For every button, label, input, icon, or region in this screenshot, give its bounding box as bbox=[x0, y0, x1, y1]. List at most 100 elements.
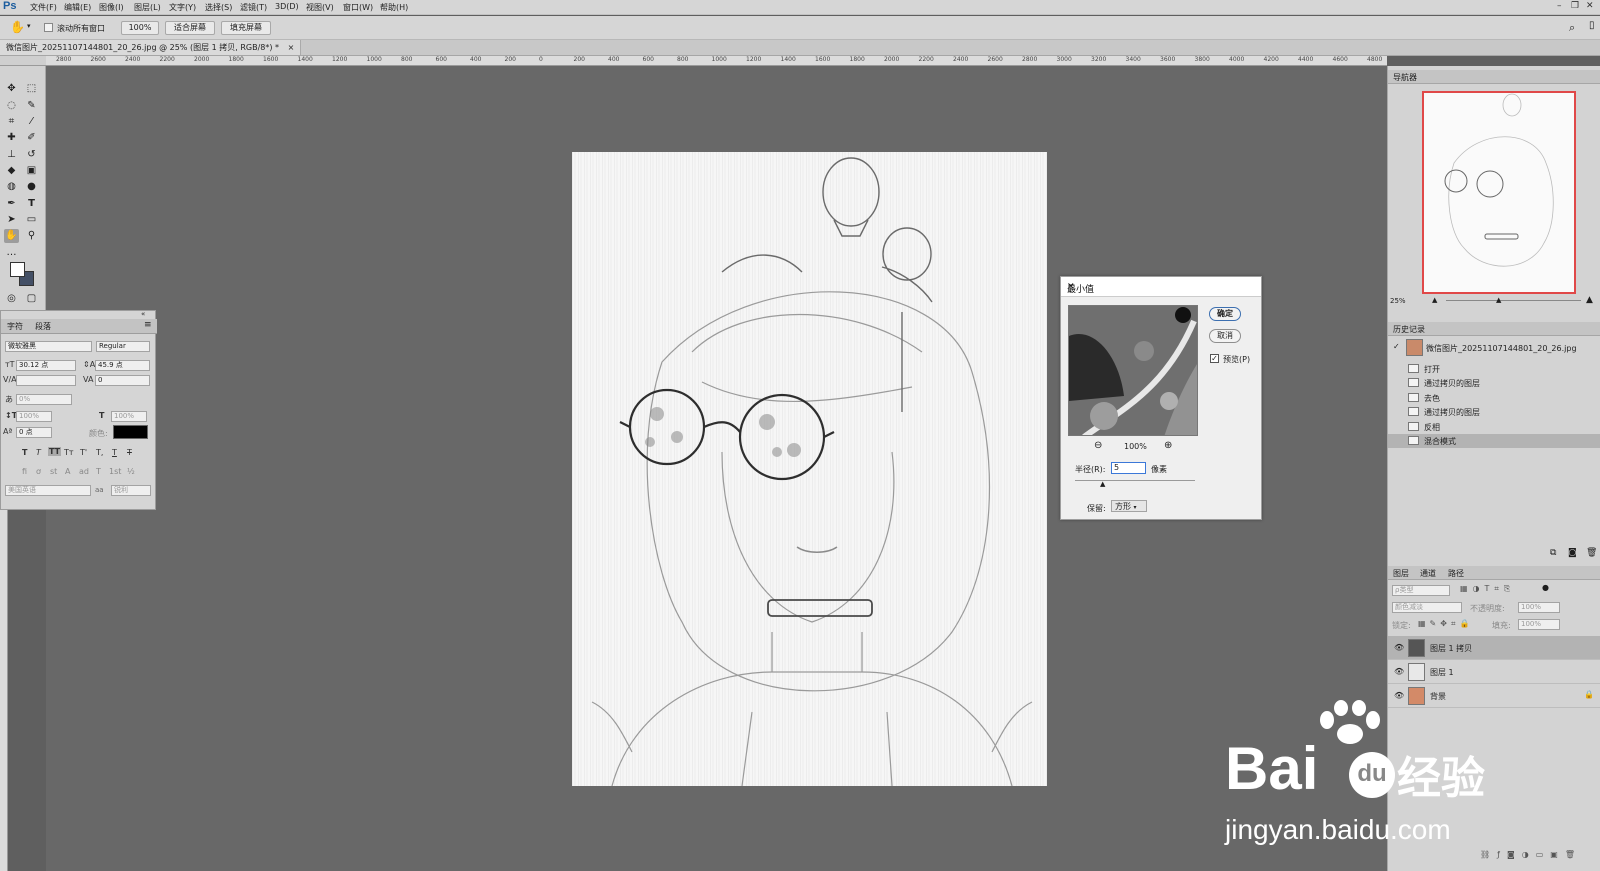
document-tab[interactable]: 微信图片_20251107144801_20_26.jpg @ 25% (图层 … bbox=[0, 40, 302, 55]
foreground-color-swatch[interactable] bbox=[10, 262, 25, 277]
menu-select[interactable]: 选择(S) bbox=[205, 2, 232, 13]
cancel-button[interactable]: 取消 bbox=[1209, 329, 1241, 343]
layer-row[interactable]: 👁 图层 1 bbox=[1388, 660, 1600, 684]
text-color-swatch[interactable] bbox=[113, 425, 148, 439]
menu-3d[interactable]: 3D(D) bbox=[275, 2, 299, 11]
menu-image[interactable]: 图像(I) bbox=[99, 2, 124, 13]
history-item[interactable]: 通过拷贝的图层 bbox=[1388, 405, 1600, 419]
tab-channels[interactable]: 通道 bbox=[1420, 568, 1436, 579]
menu-window[interactable]: 窗口(W) bbox=[343, 2, 373, 13]
document-image[interactable] bbox=[572, 152, 1047, 786]
restore-icon[interactable]: ❐ bbox=[1571, 1, 1579, 11]
all-caps-button[interactable]: TT bbox=[48, 447, 62, 456]
quick-select-icon[interactable]: ✎ bbox=[24, 99, 39, 113]
brush-tool-icon[interactable]: ✐ bbox=[24, 131, 39, 145]
radius-input[interactable]: 5 bbox=[1111, 462, 1146, 474]
menu-layer[interactable]: 图层(L) bbox=[134, 2, 161, 13]
kerning-field[interactable] bbox=[16, 375, 76, 386]
tracking-field[interactable]: 0 bbox=[95, 375, 150, 386]
navigator-zoom-in-icon[interactable]: ▲ bbox=[1586, 295, 1593, 305]
layer-filter-select[interactable]: ρ类型 bbox=[1392, 585, 1450, 596]
history-item[interactable]: 打开 bbox=[1388, 362, 1600, 376]
panel-menu-icon[interactable]: ≡ bbox=[144, 320, 152, 330]
menu-help[interactable]: 帮助(H) bbox=[380, 2, 408, 13]
new-document-from-state-icon[interactable]: ⧉ bbox=[1550, 548, 1556, 558]
tab-paths[interactable]: 路径 bbox=[1448, 568, 1464, 579]
filter-toggle-icon[interactable]: ● bbox=[1542, 583, 1549, 592]
hand-tool-icon[interactable]: ✋ bbox=[10, 20, 25, 34]
anti-alias-select[interactable]: 锐利 bbox=[111, 485, 151, 496]
menu-edit[interactable]: 编辑(E) bbox=[64, 2, 91, 13]
workspace-icon[interactable]: ▯ bbox=[1589, 20, 1595, 31]
strikethrough-button[interactable]: T bbox=[127, 448, 132, 457]
preserve-select[interactable]: 方形 ▾ bbox=[1111, 500, 1147, 512]
layer-footer-icons[interactable]: ⛓ƒ◙◑▭▣🗑 bbox=[1480, 850, 1582, 859]
new-snapshot-icon[interactable]: ◙ bbox=[1568, 548, 1577, 558]
history-item-selected[interactable]: 混合模式 bbox=[1388, 434, 1600, 448]
history-brush-icon[interactable]: ↺ bbox=[24, 148, 39, 162]
horizontal-scale-field[interactable]: 100% bbox=[111, 411, 147, 422]
clone-stamp-icon[interactable]: ⊥ bbox=[4, 148, 19, 162]
history-snapshot[interactable]: ✓ 微信图片_20251107144801_20_26.jpg bbox=[1388, 338, 1600, 357]
ornaments-button[interactable]: T bbox=[96, 467, 101, 476]
minimize-icon[interactable]: – bbox=[1557, 1, 1562, 11]
zoom-tool-icon[interactable]: ⚲ bbox=[24, 229, 39, 243]
tab-paragraph[interactable]: 段落 bbox=[35, 321, 51, 332]
layer-filter-icons[interactable]: ▦◑T⌗⎘ bbox=[1460, 584, 1515, 594]
blur-tool-icon[interactable]: ◍ bbox=[4, 180, 19, 194]
screen-mode-icon[interactable]: ▢ bbox=[24, 292, 39, 306]
close-window-icon[interactable]: ✕ bbox=[1586, 1, 1594, 11]
blend-mode-select[interactable]: 颜色减淡 bbox=[1392, 602, 1462, 613]
fill-screen-button[interactable]: 填充屏幕 bbox=[221, 21, 271, 35]
radius-slider-thumb[interactable]: ▲ bbox=[1100, 480, 1105, 488]
delete-state-icon[interactable]: 🗑 bbox=[1586, 548, 1597, 558]
navigator-slider-thumb[interactable]: ▲ bbox=[1496, 296, 1501, 304]
hand-tool-selected-icon[interactable]: ✋ bbox=[4, 229, 19, 243]
radius-slider-track[interactable] bbox=[1075, 480, 1195, 481]
zoom-100-button[interactable]: 100% bbox=[121, 21, 159, 35]
history-item[interactable]: 去色 bbox=[1388, 391, 1600, 405]
swash-button[interactable]: st bbox=[50, 467, 57, 476]
language-select[interactable]: 美国英语 bbox=[5, 485, 91, 496]
font-family-select[interactable]: 微软雅黑 bbox=[5, 341, 92, 352]
opacity-field[interactable]: 100% bbox=[1518, 602, 1560, 613]
marquee-tool-icon[interactable]: ⬚ bbox=[24, 82, 39, 96]
subscript-button[interactable]: T, bbox=[96, 448, 103, 457]
zoom-in-icon[interactable]: ⊕ bbox=[1164, 440, 1172, 451]
eye-icon[interactable]: 👁 bbox=[1394, 667, 1404, 676]
rectangle-tool-icon[interactable]: ▭ bbox=[24, 213, 39, 227]
pen-tool-icon[interactable]: ✒ bbox=[4, 197, 19, 211]
filter-preview[interactable] bbox=[1068, 305, 1198, 436]
eye-icon[interactable]: 👁 bbox=[1394, 643, 1404, 652]
navigator-thumbnail[interactable] bbox=[1422, 91, 1576, 294]
more-tools-icon[interactable]: … bbox=[4, 246, 19, 260]
preview-checkbox[interactable]: ✓ bbox=[1210, 354, 1219, 363]
fill-field[interactable]: 100% bbox=[1518, 619, 1560, 630]
small-caps-button[interactable]: Tт bbox=[64, 448, 74, 457]
ordinals-button[interactable]: 1st bbox=[109, 467, 121, 476]
crop-tool-icon[interactable]: ⌗ bbox=[4, 115, 19, 129]
baseline-field[interactable]: 0 点 bbox=[16, 427, 52, 438]
lasso-tool-icon[interactable]: ◌ bbox=[4, 99, 19, 113]
move-tool-icon[interactable]: ✥ bbox=[4, 82, 19, 96]
history-item[interactable]: 通过拷贝的图层 bbox=[1388, 376, 1600, 390]
tool-preset-chevron-icon[interactable]: ▾ bbox=[27, 22, 31, 30]
scroll-all-checkbox[interactable] bbox=[44, 23, 53, 32]
navigator-zoom-slider[interactable] bbox=[1446, 300, 1581, 301]
gradient-icon[interactable]: ▣ bbox=[24, 164, 39, 178]
eye-icon[interactable]: 👁 bbox=[1394, 691, 1404, 700]
eyedropper-icon[interactable]: ⁄ bbox=[24, 115, 39, 129]
ligatures-button[interactable]: fi bbox=[22, 467, 27, 476]
quick-mask-icon[interactable]: ◎ bbox=[4, 292, 19, 306]
history-item[interactable]: 反相 bbox=[1388, 420, 1600, 434]
vertical-scale-field[interactable]: 100% bbox=[16, 411, 52, 422]
ok-button[interactable]: 确定 bbox=[1209, 307, 1241, 321]
eraser-icon[interactable]: ◆ bbox=[4, 164, 19, 178]
navigator-zoom-out-icon[interactable]: ▲ bbox=[1432, 296, 1437, 304]
font-style-select[interactable]: Regular bbox=[96, 341, 150, 352]
stylistic-alternates-button[interactable]: A bbox=[65, 467, 70, 476]
fractions-button[interactable]: ½ bbox=[127, 467, 135, 476]
fit-screen-button[interactable]: 适合屏幕 bbox=[165, 21, 215, 35]
lock-icons[interactable]: ▦✎✥⌗🔒 bbox=[1418, 619, 1473, 629]
navigator-zoom-value[interactable]: 25% bbox=[1390, 297, 1406, 305]
